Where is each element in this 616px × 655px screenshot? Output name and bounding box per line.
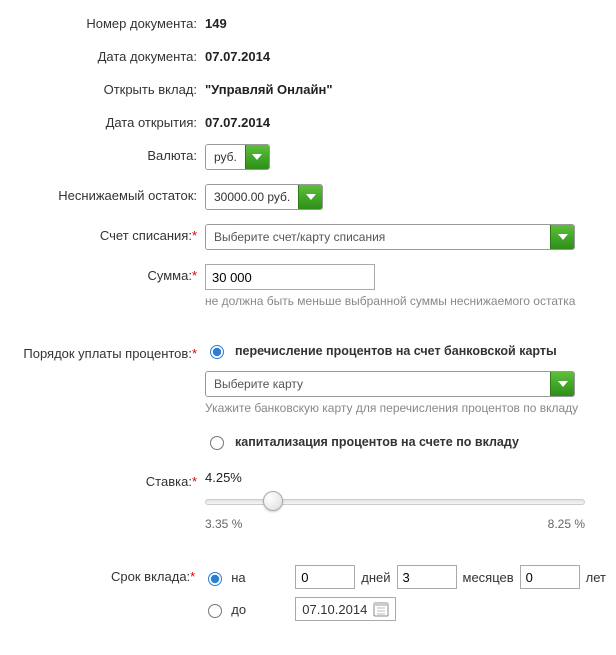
amount-label: Сумма:* <box>10 264 205 283</box>
interest-radio-capitalize[interactable] <box>210 436 224 450</box>
dropdown-arrow-icon <box>550 225 574 249</box>
term-radio-until[interactable] <box>208 604 222 618</box>
dropdown-arrow-icon <box>550 372 574 396</box>
currency-label: Валюта: <box>10 144 205 163</box>
currency-select[interactable]: руб. <box>205 144 270 170</box>
term-years-input[interactable] <box>520 565 580 589</box>
doc-number-value: 149 <box>205 12 606 31</box>
required-star: * <box>192 268 197 283</box>
rate-min: 3.35 % <box>205 517 242 531</box>
min-balance-label: Неснижаемый остаток: <box>10 184 205 203</box>
open-date-value: 07.07.2014 <box>205 111 606 130</box>
term-until-date-value: 07.10.2014 <box>302 602 367 617</box>
rate-value: 4.25% <box>205 470 606 485</box>
term-radio-duration-label: на <box>231 570 253 585</box>
slider-thumb[interactable] <box>263 491 283 511</box>
rate-slider[interactable] <box>205 491 585 511</box>
term-days-label: дней <box>361 570 390 585</box>
interest-order-label: Порядок уплаты процентов:* <box>10 342 205 361</box>
interest-radio-capitalize-label: капитализация процентов на счете по вкла… <box>235 435 519 449</box>
amount-input[interactable] <box>205 264 375 290</box>
term-label: Срок вклада:* <box>10 565 203 584</box>
term-years-label: лет <box>586 570 606 585</box>
required-star: * <box>192 346 197 361</box>
debit-account-placeholder: Выберите счет/карту списания <box>206 225 550 249</box>
doc-date-value: 07.07.2014 <box>205 45 606 64</box>
debit-account-label: Счет списания:* <box>10 224 205 243</box>
term-until-date-field[interactable]: 07.10.2014 <box>295 597 396 621</box>
dropdown-arrow-icon <box>298 185 322 209</box>
amount-hint: не должна быть меньше выбранной суммы не… <box>205 294 606 308</box>
calendar-icon[interactable] <box>373 601 389 617</box>
min-balance-select-value: 30000.00 руб. <box>206 185 298 209</box>
required-star: * <box>192 474 197 489</box>
interest-radio-card[interactable] <box>210 345 224 359</box>
interest-card-placeholder: Выберите карту <box>206 372 550 396</box>
open-date-label: Дата открытия: <box>10 111 205 130</box>
term-days-input[interactable] <box>295 565 355 589</box>
doc-date-label: Дата документа: <box>10 45 205 64</box>
interest-card-hint: Укажите банковскую карту для перечислени… <box>205 401 606 415</box>
interest-card-select[interactable]: Выберите карту <box>205 371 575 397</box>
open-deposit-label: Открыть вклад: <box>10 78 205 97</box>
term-radio-until-label: до <box>231 602 253 617</box>
currency-select-value: руб. <box>206 145 245 169</box>
rate-label: Ставка:* <box>10 470 205 489</box>
required-star: * <box>192 228 197 243</box>
slider-track <box>205 499 585 505</box>
doc-number-label: Номер документа: <box>10 12 205 31</box>
min-balance-select[interactable]: 30000.00 руб. <box>205 184 323 210</box>
open-deposit-value: "Управляй Онлайн" <box>205 78 606 97</box>
interest-radio-card-label: перечисление процентов на счет банковско… <box>235 344 557 358</box>
dropdown-arrow-icon <box>245 145 269 169</box>
term-months-label: месяцев <box>463 570 514 585</box>
term-radio-duration[interactable] <box>208 572 222 586</box>
required-star: * <box>190 569 195 584</box>
term-months-input[interactable] <box>397 565 457 589</box>
debit-account-select[interactable]: Выберите счет/карту списания <box>205 224 575 250</box>
rate-max: 8.25 % <box>548 517 585 531</box>
